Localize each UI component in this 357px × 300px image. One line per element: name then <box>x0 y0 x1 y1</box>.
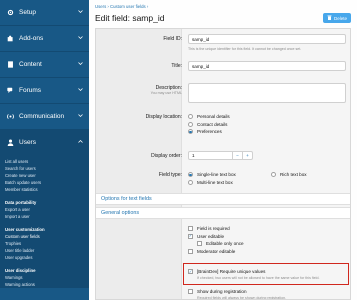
chevron-down-icon <box>78 61 83 68</box>
sidebar-item-label: Users <box>19 139 36 146</box>
section-general-options[interactable]: General options <box>96 207 350 219</box>
sidebar-item-communication[interactable]: Communication <box>0 104 89 130</box>
display-order-stepper[interactable]: 1 − + <box>188 151 253 160</box>
sidebar-heading-user-discipline: User discipline <box>5 268 36 273</box>
radio-button[interactable] <box>271 172 276 178</box>
show-registration-description: Required fields will always be shown dur… <box>197 295 287 300</box>
sidebar-link-warning-actions[interactable]: Warning actions <box>0 281 89 288</box>
title-label: Title: <box>171 63 182 69</box>
description-sublabel: You may use HTML <box>150 91 182 95</box>
sidebar-link-custom-user-fields[interactable]: Custom user fields <box>0 233 89 240</box>
admin-sidebar: Setup Add-ons Content Forums Communicati… <box>0 0 89 300</box>
sidebar-item-label: Setup <box>19 9 36 16</box>
sidebar-link-list-all-users[interactable]: List all users <box>0 158 89 165</box>
users-icon <box>6 139 14 147</box>
option-user-editable[interactable]: ✓ User editable <box>188 233 244 241</box>
sidebar-link-title-ladder[interactable]: User title ladder <box>0 247 89 254</box>
field-type-multi-line[interactable]: Multi-line text box <box>188 179 236 187</box>
option-show-during-registration[interactable]: Show during registration <box>188 288 286 296</box>
edit-field-form: Field ID: samp_id This is the unique ide… <box>95 28 351 300</box>
section-options-text-fields[interactable]: Options for text fields <box>96 193 350 205</box>
radio-button[interactable] <box>188 114 193 120</box>
display-location-label: Display location: <box>145 114 182 120</box>
option-field-required[interactable]: Field is required <box>188 225 244 233</box>
field-id-hint: This is the unique identifier for this f… <box>188 47 302 51</box>
field-id-label: Field ID: <box>163 36 182 42</box>
broadcast-icon <box>6 113 14 121</box>
delete-button-label: Delete <box>333 15 347 21</box>
checkbox[interactable] <box>188 289 193 295</box>
sidebar-item-content[interactable]: Content <box>0 52 89 78</box>
radio-button[interactable] <box>188 179 193 185</box>
chevron-down-icon <box>78 113 83 120</box>
decrement-button[interactable]: − <box>232 152 242 159</box>
sidebar-heading-data-portability: Data portability <box>5 200 37 205</box>
sidebar-item-label: Add-ons <box>19 35 44 42</box>
sidebar-link-search-users[interactable]: Search for users <box>0 165 89 172</box>
trash-icon <box>327 15 332 21</box>
breadcrumb[interactable]: Users › Custom user fields › <box>95 4 148 9</box>
chevron-down-icon <box>78 87 83 94</box>
users-submenu: List all users Search for users Create n… <box>0 156 89 288</box>
display-order-value[interactable]: 1 <box>189 153 232 158</box>
field-type-single-line[interactable]: Single-line text box <box>188 171 236 179</box>
main-content: Users › Custom user fields › Edit field:… <box>89 0 357 300</box>
option-moderator-editable[interactable]: Moderator editable <box>188 248 244 256</box>
sidebar-item-forums[interactable]: Forums <box>0 78 89 104</box>
sidebar-link-batch-update[interactable]: Batch update users <box>0 179 89 186</box>
description-textarea[interactable] <box>188 83 346 103</box>
sidebar-item-label: Communication <box>19 113 65 120</box>
checkbox-checked[interactable]: ✓ <box>188 233 193 239</box>
comments-icon <box>6 87 14 95</box>
sidebar-link-member-stats[interactable]: Member statistics <box>0 186 89 193</box>
display-order-label: Display order: <box>151 153 182 159</box>
location-option-contact[interactable]: Contact details <box>188 121 230 129</box>
radio-button-selected[interactable] <box>188 172 193 178</box>
sidebar-link-create-user[interactable]: Create new user <box>0 172 89 179</box>
location-option-preferences[interactable]: Preferences <box>188 128 230 136</box>
page-title: Edit field: samp_id <box>95 13 165 23</box>
radio-button-selected[interactable] <box>188 129 193 135</box>
highlight-box <box>183 263 349 285</box>
title-input[interactable]: samp_id <box>188 61 346 71</box>
sidebar-link-export-user[interactable]: Export a user <box>0 206 89 213</box>
sidebar-item-label: Content <box>19 61 42 68</box>
checkbox[interactable] <box>188 226 193 232</box>
checkbox[interactable] <box>188 248 193 254</box>
chevron-down-icon <box>78 35 83 42</box>
chevron-up-icon <box>78 139 83 146</box>
radio-button[interactable] <box>188 121 193 127</box>
sidebar-item-add-ons[interactable]: Add-ons <box>0 26 89 52</box>
sidebar-link-import-user[interactable]: Import a user <box>0 213 89 220</box>
sidebar-link-user-upgrades[interactable]: User upgrades <box>0 254 89 261</box>
option-editable-once[interactable]: Editable only once <box>197 240 244 248</box>
sidebar-item-setup[interactable]: Setup <box>0 0 89 26</box>
sidebar-item-users[interactable]: Users <box>0 130 89 156</box>
gear-icon <box>6 9 14 17</box>
sidebar-heading-user-customization: User customization <box>5 227 45 232</box>
checkbox[interactable] <box>197 241 202 247</box>
field-type-label: Field type: <box>158 172 182 178</box>
sidebar-link-warnings[interactable]: Warnings <box>0 274 89 281</box>
puzzle-icon <box>6 35 14 43</box>
location-option-personal[interactable]: Personal details <box>188 113 230 121</box>
increment-button[interactable]: + <box>242 152 252 159</box>
chevron-down-icon <box>78 9 83 16</box>
sidebar-link-trophies[interactable]: Trophies <box>0 240 89 247</box>
field-id-value: samp_id <box>188 34 346 44</box>
sidebar-item-label: Forums <box>19 87 42 94</box>
file-icon <box>6 61 14 69</box>
delete-button[interactable]: Delete <box>322 13 351 23</box>
field-type-rich-text[interactable]: Rich text box <box>271 171 307 179</box>
